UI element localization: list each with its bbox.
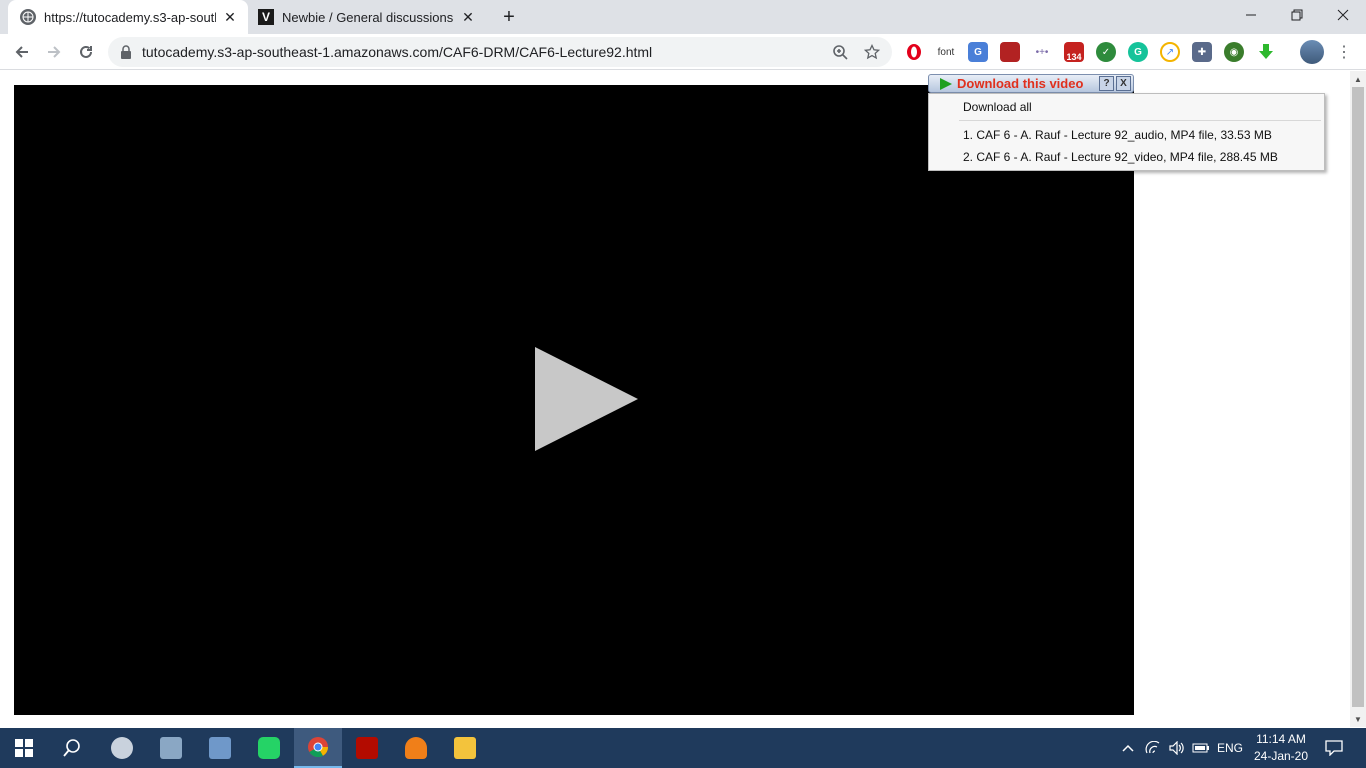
- close-widget-button[interactable]: X: [1116, 76, 1131, 91]
- opera-extension-icon[interactable]: [904, 42, 924, 62]
- search-button[interactable]: [48, 728, 96, 768]
- help-button[interactable]: ?: [1099, 76, 1114, 91]
- grammarly-icon[interactable]: G: [1128, 42, 1148, 62]
- system-clock[interactable]: 11:14 AM 24-Jan-20: [1250, 731, 1312, 765]
- tab-title: Newbie / General discussions - P: [282, 9, 454, 25]
- taskbar-app-3[interactable]: [196, 728, 244, 768]
- notifications-button[interactable]: [1318, 728, 1350, 768]
- menu-kebab-icon[interactable]: ⋮: [1334, 42, 1354, 62]
- play-icon[interactable]: [535, 347, 639, 453]
- new-tab-button[interactable]: +: [496, 5, 522, 29]
- taskbar-file-explorer[interactable]: [441, 728, 489, 768]
- clock-time: 11:14 AM: [1256, 732, 1306, 746]
- app-icon: [111, 737, 133, 759]
- action-center-icon: [1325, 740, 1343, 756]
- dots-extension-icon[interactable]: •+•: [1032, 42, 1052, 62]
- acrobat-icon: [356, 737, 378, 759]
- mail-badge-count: 134: [1066, 52, 1082, 62]
- download-arrow-icon[interactable]: [1256, 42, 1276, 62]
- forward-button[interactable]: [42, 40, 66, 64]
- taskbar-app-1[interactable]: [98, 728, 146, 768]
- address-bar[interactable]: tutocademy.s3-ap-southeast-1.amazonaws.c…: [108, 37, 892, 67]
- taskbar-app-2[interactable]: [147, 728, 195, 768]
- lock-icon: [121, 45, 131, 59]
- taskbar-chrome[interactable]: [294, 728, 342, 768]
- close-window-button[interactable]: [1320, 0, 1366, 30]
- book-extension-icon[interactable]: [1000, 42, 1020, 62]
- tab-tutocademy[interactable]: https://tutocademy.s3-ap-southe ✕: [8, 0, 248, 34]
- download-all-item[interactable]: Download all: [963, 100, 1032, 114]
- back-button[interactable]: [10, 40, 34, 64]
- restore-button[interactable]: [1274, 0, 1320, 30]
- scroll-up-icon[interactable]: ▲: [1350, 71, 1366, 87]
- taskbar-fox-app[interactable]: [392, 728, 440, 768]
- gauge-extension-icon[interactable]: ↗: [1160, 42, 1180, 62]
- scrollbar-thumb[interactable]: [1352, 87, 1364, 707]
- download-menu: Download all 1. CAF 6 - A. Rauf - Lectur…: [928, 93, 1325, 171]
- wifi-icon[interactable]: [1142, 728, 1164, 768]
- close-tab-icon[interactable]: ✕: [222, 9, 238, 25]
- volume-icon[interactable]: [1166, 728, 1188, 768]
- video-player[interactable]: [14, 85, 1134, 715]
- search-icon: [63, 739, 80, 757]
- windows-logo-icon: [15, 739, 33, 757]
- translate-extension-icon[interactable]: G: [968, 42, 988, 62]
- taskbar-whatsapp[interactable]: [245, 728, 293, 768]
- url-text[interactable]: tutocademy.s3-ap-southeast-1.amazonaws.c…: [142, 44, 828, 60]
- windows-taskbar: ENG 11:14 AM 24-Jan-20: [0, 728, 1366, 768]
- battery-icon[interactable]: [1190, 728, 1212, 768]
- menu-divider: [959, 120, 1321, 121]
- download-video-bar[interactable]: Download this video ? X: [928, 74, 1134, 93]
- browser-toolbar: tutocademy.s3-ap-southeast-1.amazonaws.c…: [0, 34, 1366, 70]
- taskbar-acrobat[interactable]: [343, 728, 391, 768]
- fox-icon: [405, 737, 427, 759]
- folder-icon: [454, 737, 476, 759]
- whatsapp-icon: [258, 737, 280, 759]
- zoom-icon[interactable]: [828, 40, 852, 64]
- tab-strip: https://tutocademy.s3-ap-southe ✕ V Newb…: [0, 0, 1366, 34]
- v-logo-icon: V: [258, 9, 274, 25]
- reload-button[interactable]: [74, 40, 98, 64]
- vertical-scrollbar[interactable]: ▲ ▼: [1350, 71, 1366, 727]
- chrome-icon: [308, 737, 329, 758]
- download-item-audio[interactable]: 1. CAF 6 - A. Rauf - Lecture 92_audio, M…: [963, 128, 1272, 142]
- app-icon: [209, 737, 231, 759]
- start-button[interactable]: [0, 728, 48, 768]
- profile-avatar[interactable]: [1300, 40, 1324, 64]
- check-extension-icon[interactable]: ✓: [1096, 42, 1116, 62]
- language-indicator[interactable]: ENG: [1214, 728, 1246, 768]
- play-green-icon: [940, 77, 952, 90]
- minimize-button[interactable]: [1228, 0, 1274, 30]
- font-extension-icon[interactable]: font: [936, 42, 956, 62]
- mail-badge-icon[interactable]: 134: [1064, 42, 1084, 62]
- close-tab-icon[interactable]: ✕: [460, 9, 476, 25]
- bookmark-star-icon[interactable]: [860, 40, 884, 64]
- app-icon: [160, 737, 182, 759]
- tab-newbie-discussions[interactable]: V Newbie / General discussions - P ✕: [250, 0, 486, 34]
- download-video-label[interactable]: Download this video: [957, 76, 1099, 91]
- show-hidden-icons-button[interactable]: [1118, 728, 1138, 768]
- tab-title: https://tutocademy.s3-ap-southe: [44, 9, 216, 25]
- globe-extension-icon[interactable]: ◉: [1224, 42, 1244, 62]
- puzzle-extension-icon[interactable]: ✚: [1192, 42, 1212, 62]
- download-item-video[interactable]: 2. CAF 6 - A. Rauf - Lecture 92_video, M…: [963, 150, 1278, 164]
- scroll-down-icon[interactable]: ▼: [1350, 711, 1366, 727]
- clock-date: 24-Jan-20: [1253, 749, 1309, 763]
- globe-icon: [20, 9, 36, 25]
